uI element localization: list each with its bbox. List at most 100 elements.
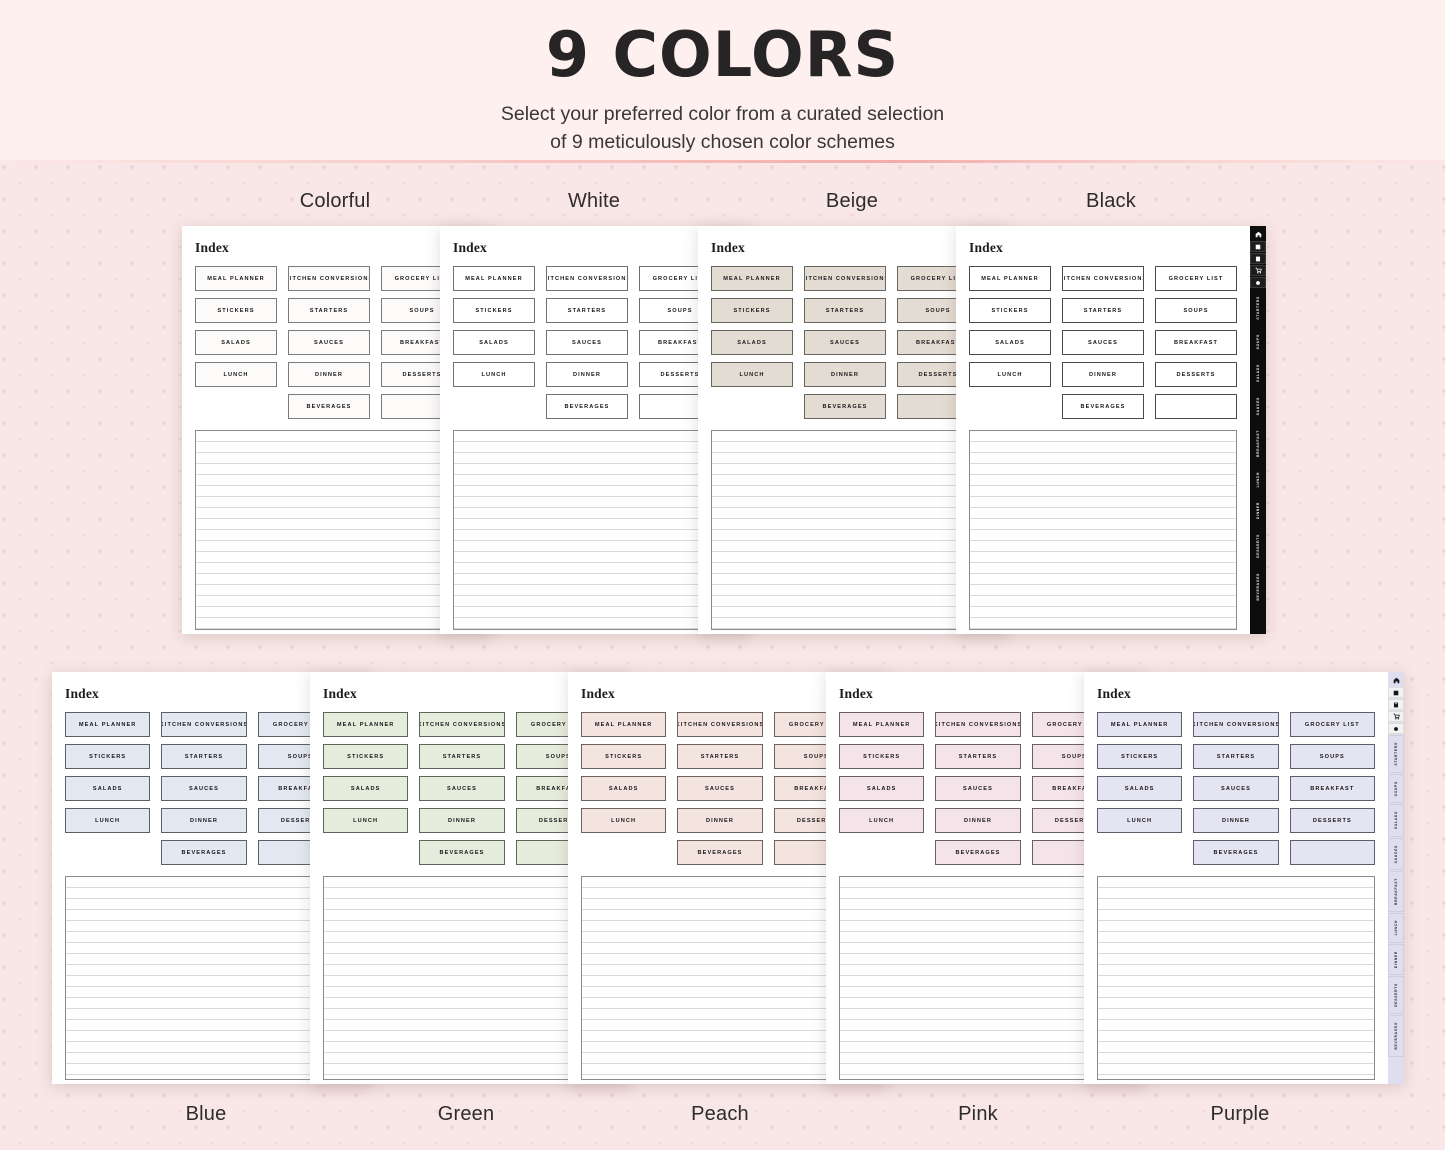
index-button-dinner[interactable]: DINNER (677, 808, 763, 833)
index-button-kitchen-conversions[interactable]: KITCHEN CONVERSIONS (546, 266, 628, 291)
index-button-lunch[interactable]: LUNCH (453, 362, 535, 387)
index-button-grocery-list[interactable]: GROCERY LIST (1289, 712, 1375, 737)
index-button-meal-planner[interactable]: MEAL PLANNER (453, 266, 535, 291)
tab-sauces[interactable]: SAUCES (1250, 390, 1266, 423)
index-button-meal-planner[interactable]: MEAL PLANNER (581, 712, 667, 737)
index-button-starters[interactable]: STARTERS (161, 744, 247, 769)
notebook-icon[interactable] (1388, 699, 1404, 710)
index-button-stickers[interactable]: STICKERS (195, 298, 277, 323)
index-button-blank[interactable] (1155, 394, 1237, 419)
tab-soups[interactable]: SOUPS (1388, 773, 1404, 804)
home-icon[interactable] (1388, 675, 1404, 686)
index-button-sauces[interactable]: SAUCES (804, 330, 886, 355)
tab-starters[interactable]: STARTERS (1388, 735, 1404, 773)
index-button-starters[interactable]: STARTERS (804, 298, 886, 323)
index-button-dinner[interactable]: DINNER (419, 808, 505, 833)
index-button-sauces[interactable]: SAUCES (1062, 330, 1144, 355)
cart-icon[interactable] (1250, 265, 1266, 276)
index-button-meal-planner[interactable]: MEAL PLANNER (839, 712, 925, 737)
index-button-sauces[interactable]: SAUCES (546, 330, 628, 355)
index-button-meal-planner[interactable]: MEAL PLANNER (969, 266, 1051, 291)
index-button-salads[interactable]: SALADS (195, 330, 277, 355)
planner-card-black[interactable]: Index MEAL PLANNER KITCHEN CONVERSIONS GROC… (956, 226, 1266, 634)
index-button-beverages[interactable]: BEVERAGES (161, 840, 247, 865)
index-button-beverages[interactable]: BEVERAGES (288, 394, 370, 419)
tab-desserts[interactable]: DESSERTS (1388, 976, 1404, 1015)
index-button-kitchen-conversions[interactable]: KITCHEN CONVERSIONS (804, 266, 886, 291)
index-button-salads[interactable]: SALADS (711, 330, 793, 355)
index-button-lunch[interactable]: LUNCH (65, 808, 151, 833)
index-button-sauces[interactable]: SAUCES (161, 776, 247, 801)
index-button-kitchen-conversions[interactable]: KITCHEN CONVERSIONS (677, 712, 763, 737)
index-button-breakfast[interactable]: BREAKFAST (1155, 330, 1237, 355)
index-button-stickers[interactable]: STICKERS (581, 744, 667, 769)
index-button-dinner[interactable]: DINNER (804, 362, 886, 387)
book-icon[interactable] (1250, 241, 1266, 252)
index-button-meal-planner[interactable]: MEAL PLANNER (323, 712, 409, 737)
index-button-stickers[interactable]: STICKERS (1097, 744, 1183, 769)
index-button-beverages[interactable]: BEVERAGES (546, 394, 628, 419)
index-button-sauces[interactable]: SAUCES (288, 330, 370, 355)
index-button-breakfast[interactable]: BREAKFAST (1289, 776, 1375, 801)
notes-lined-area[interactable] (195, 430, 463, 630)
index-button-kitchen-conversions[interactable]: KITCHEN CONVERSIONS (1062, 266, 1144, 291)
index-button-kitchen-conversions[interactable]: KITCHEN CONVERSIONS (419, 712, 505, 737)
tab-starters[interactable]: STARTERS (1250, 289, 1266, 327)
notes-lined-area[interactable] (839, 876, 1117, 1080)
notes-lined-area[interactable] (453, 430, 721, 630)
tab-lunch[interactable]: LUNCH (1388, 913, 1404, 943)
index-button-starters[interactable]: STARTERS (1062, 298, 1144, 323)
notes-lined-area[interactable] (711, 430, 979, 630)
index-button-blank[interactable] (1289, 840, 1375, 865)
index-button-meal-planner[interactable]: MEAL PLANNER (65, 712, 151, 737)
index-button-salads[interactable]: SALADS (453, 330, 535, 355)
tab-lunch[interactable]: LUNCH (1250, 465, 1266, 495)
tab-sauces[interactable]: SAUCES (1388, 837, 1404, 871)
index-button-sauces[interactable]: SAUCES (677, 776, 763, 801)
index-button-dinner[interactable]: DINNER (935, 808, 1021, 833)
index-button-beverages[interactable]: BEVERAGES (1193, 840, 1279, 865)
index-button-salads[interactable]: SALADS (65, 776, 151, 801)
dot-icon[interactable] (1388, 723, 1404, 734)
tab-soups[interactable]: SOUPS (1250, 327, 1266, 357)
index-button-meal-planner[interactable]: MEAL PLANNER (711, 266, 793, 291)
index-button-stickers[interactable]: STICKERS (839, 744, 925, 769)
index-button-beverages[interactable]: BEVERAGES (1062, 394, 1144, 419)
index-button-sauces[interactable]: SAUCES (1193, 776, 1279, 801)
index-button-grocery-list[interactable]: GROCERY LIST (1155, 266, 1237, 291)
index-button-beverages[interactable]: BEVERAGES (419, 840, 505, 865)
index-button-kitchen-conversions[interactable]: KITCHEN CONVERSIONS (161, 712, 247, 737)
index-button-desserts[interactable]: DESSERTS (1289, 808, 1375, 833)
index-button-beverages[interactable]: BEVERAGES (935, 840, 1021, 865)
index-button-starters[interactable]: STARTERS (419, 744, 505, 769)
dot-icon[interactable] (1250, 277, 1266, 288)
index-button-lunch[interactable]: LUNCH (969, 362, 1051, 387)
index-button-meal-planner[interactable]: MEAL PLANNER (1097, 712, 1183, 737)
index-button-salads[interactable]: SALADS (323, 776, 409, 801)
tab-salads[interactable]: SALADS (1388, 804, 1404, 837)
tab-beverages[interactable]: BEVERAGES (1388, 1015, 1404, 1057)
index-button-dinner[interactable]: DINNER (288, 362, 370, 387)
tab-breakfast[interactable]: BREAKFAST (1250, 423, 1266, 465)
home-icon[interactable] (1250, 229, 1266, 240)
notes-lined-area[interactable] (581, 876, 859, 1080)
index-button-lunch[interactable]: LUNCH (839, 808, 925, 833)
index-button-kitchen-conversions[interactable]: KITCHEN CONVERSIONS (288, 266, 370, 291)
index-button-lunch[interactable]: LUNCH (1097, 808, 1183, 833)
index-button-lunch[interactable]: LUNCH (195, 362, 277, 387)
book-icon[interactable] (1388, 687, 1404, 698)
index-button-stickers[interactable]: STICKERS (711, 298, 793, 323)
tab-beverages[interactable]: BEVERAGES (1250, 565, 1266, 608)
index-button-starters[interactable]: STARTERS (288, 298, 370, 323)
index-button-beverages[interactable]: BEVERAGES (804, 394, 886, 419)
index-button-beverages[interactable]: BEVERAGES (677, 840, 763, 865)
index-button-starters[interactable]: STARTERS (1193, 744, 1279, 769)
cart-icon[interactable] (1388, 711, 1404, 722)
index-button-soups[interactable]: SOUPS (1289, 744, 1375, 769)
index-button-lunch[interactable]: LUNCH (323, 808, 409, 833)
notes-lined-area[interactable] (1097, 876, 1375, 1080)
planner-card-purple[interactable]: Index MEAL PLANNER KITCHEN CONVERSIONS GROC… (1084, 672, 1404, 1084)
index-button-sauces[interactable]: SAUCES (935, 776, 1021, 801)
tab-breakfast[interactable]: BREAKFAST (1388, 871, 1404, 913)
index-button-kitchen-conversions[interactable]: KITCHEN CONVERSIONS (1193, 712, 1279, 737)
